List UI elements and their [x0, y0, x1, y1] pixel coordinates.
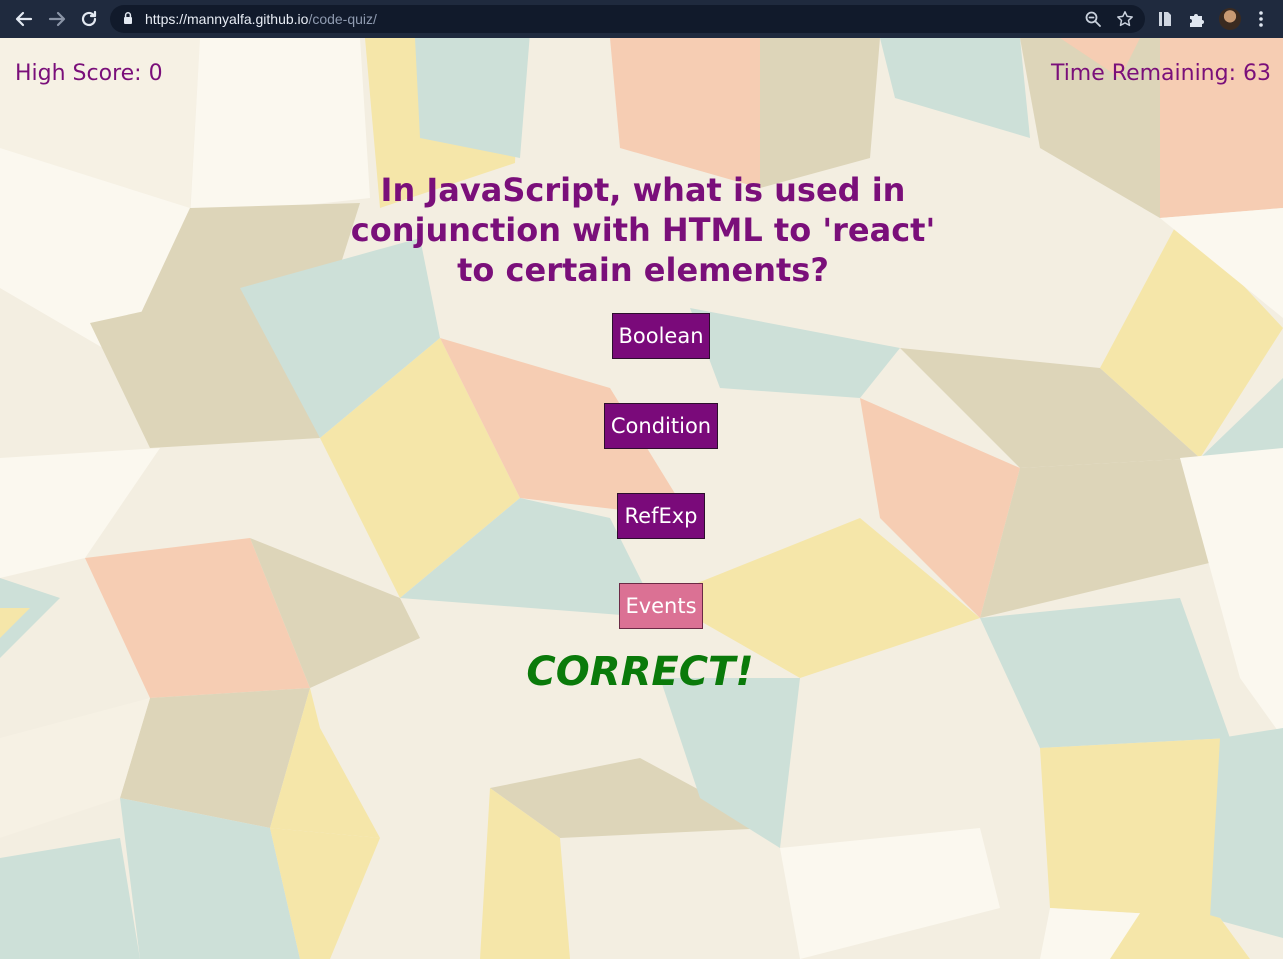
url-path: /code-quiz/ — [308, 11, 377, 27]
browser-toolbar: https://mannyalfa.github.io/code-quiz/ — [0, 0, 1283, 38]
back-arrow-icon[interactable] — [12, 7, 36, 31]
lock-icon — [124, 12, 132, 24]
question-text: In JavaScript, what is used in conjuncti… — [350, 171, 936, 289]
answer-feedback: CORRECT! — [526, 649, 754, 695]
puzzle-icon[interactable] — [1187, 9, 1207, 29]
extension-icon[interactable] — [1155, 9, 1175, 29]
time-remaining: Time Remaining: 63 — [1050, 61, 1271, 86]
zoom-icon[interactable] — [1084, 10, 1102, 28]
answer-refexp-button[interactable]: RefExp — [617, 493, 705, 539]
answer-events-button[interactable]: Events — [619, 583, 703, 629]
reload-icon[interactable] — [77, 7, 101, 31]
high-score: High Score: 0 — [15, 61, 163, 86]
address-bar[interactable]: https://mannyalfa.github.io/code-quiz/ — [110, 5, 1145, 33]
quiz-page: High Score: 0 Time Remaining: 63 In Java… — [0, 38, 1283, 959]
more-vert-icon[interactable] — [1251, 9, 1271, 29]
answer-boolean-button[interactable]: Boolean — [612, 313, 710, 359]
url-text: https://mannyalfa.github.io/code-quiz/ — [145, 10, 377, 28]
star-icon[interactable] — [1116, 10, 1134, 28]
forward-arrow-icon[interactable] — [45, 7, 69, 31]
answer-condition-button[interactable]: Condition — [604, 403, 718, 449]
url-host: https://mannyalfa.github.io — [145, 11, 309, 27]
avatar[interactable] — [1219, 8, 1241, 30]
